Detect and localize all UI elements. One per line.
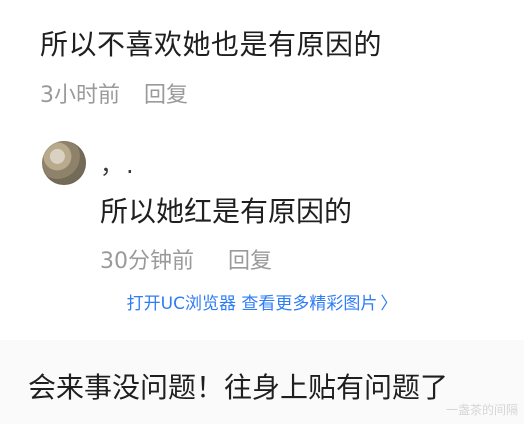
reply-time: 30分钟前	[100, 249, 194, 274]
reply-reply-button[interactable]: 回复	[228, 251, 272, 273]
top-comment-meta: 3小时前 回复	[40, 85, 188, 107]
avatar[interactable]	[42, 141, 86, 185]
top-comment-time: 3小时前	[40, 83, 120, 108]
reply-text: 所以她红是有原因的	[100, 195, 353, 228]
reply-comment: ，. 所以她红是有原因的 30分钟前 回复	[0, 125, 524, 290]
comment-page: 所以不喜欢她也是有原因的 3小时前 回复 ，. 所以她红是有原因的 30分钟前 …	[0, 0, 524, 424]
chevron-right-icon[interactable]: 〉	[380, 294, 397, 314]
reply-meta: 30分钟前 回复	[100, 251, 272, 273]
reply-username[interactable]: ，.	[100, 153, 136, 177]
watermark: 一盏茶的间隔	[445, 403, 518, 417]
bottom-comment: 会来事没问题！往身上贴有问题了 一盏茶的间隔	[0, 340, 524, 424]
bottom-comment-text: 会来事没问题！往身上贴有问题了	[28, 371, 449, 404]
open-uc-browser-link-text[interactable]: 打开UC浏览器 查看更多精彩图片	[127, 294, 378, 314]
open-uc-browser-link[interactable]: 打开UC浏览器 查看更多精彩图片〉	[0, 296, 524, 313]
top-comment-reply-button[interactable]: 回复	[144, 85, 188, 107]
top-comment-text: 所以不喜欢她也是有原因的	[40, 28, 383, 61]
top-comment: 所以不喜欢她也是有原因的 3小时前 回复	[0, 0, 524, 125]
